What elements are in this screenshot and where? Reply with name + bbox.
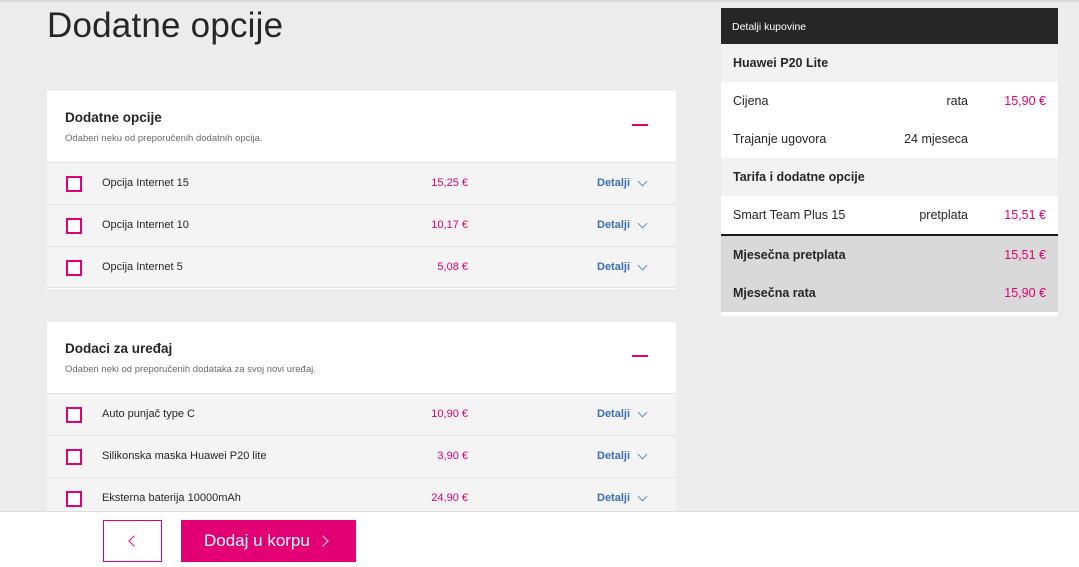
chevron-left-icon xyxy=(128,535,140,547)
device-addons-card-title: Dodaci za uređaj xyxy=(65,341,173,356)
option-checkbox[interactable] xyxy=(66,176,82,192)
summary-duration-label: Trajanje ugovora xyxy=(733,132,827,146)
top-divider xyxy=(0,0,1079,2)
option-checkbox[interactable] xyxy=(66,260,82,276)
option-row: Opcija Internet 15 15,25 € Detalji xyxy=(47,162,676,204)
summary-monthly-subscription-value: 15,51 € xyxy=(1004,248,1046,262)
addon-price: 10,90 € xyxy=(431,408,468,420)
options-card-subtitle: Odaberi neku od preporučenih dodatnih op… xyxy=(65,133,263,144)
summary-tariff-type: pretplata xyxy=(919,208,968,222)
options-card-header: Dodatne opcije Odaberi neku od preporuče… xyxy=(47,91,676,162)
addon-name: Eksterna baterija 10000mAh xyxy=(102,492,241,504)
collapse-minus-icon[interactable] xyxy=(632,349,648,365)
option-price: 15,25 € xyxy=(431,177,468,189)
addon-checkbox[interactable] xyxy=(66,407,82,423)
option-details-link[interactable]: Detalji xyxy=(597,219,630,231)
page-title: Dodatne opcije xyxy=(47,6,284,45)
chevron-down-icon[interactable] xyxy=(637,218,648,229)
summary-price-value: 15,90 € xyxy=(1004,94,1046,108)
summary-monthly-subscription-row: Mjesečna pretplata 15,51 € xyxy=(721,236,1058,274)
summary-tariff-section: Tarifa i dodatne opcije xyxy=(721,158,1058,196)
summary-device-row: Huawei P20 Lite xyxy=(721,44,1058,82)
chevron-down-icon[interactable] xyxy=(637,407,648,418)
summary-price-label: Cijena xyxy=(733,94,769,108)
addon-price: 24,90 € xyxy=(431,492,468,504)
collapse-minus-icon[interactable] xyxy=(632,118,648,134)
chevron-right-icon xyxy=(317,535,329,547)
chevron-down-icon[interactable] xyxy=(637,260,648,271)
addon-details-link[interactable]: Detalji xyxy=(597,408,630,420)
option-details-link[interactable]: Detalji xyxy=(597,177,630,189)
add-to-cart-button[interactable]: Dodaj u korpu xyxy=(181,520,356,562)
addon-row: Auto punjač type C 10,90 € Detalji xyxy=(47,393,676,435)
addon-checkbox[interactable] xyxy=(66,491,82,507)
options-card-title: Dodatne opcije xyxy=(65,110,162,125)
summary-tariff-row: Smart Team Plus 15 pretplata 15,51 € xyxy=(721,196,1058,234)
option-checkbox[interactable] xyxy=(66,218,82,234)
addon-row: Silikonska maska Huawei P20 lite 3,90 € … xyxy=(47,435,676,477)
summary-tariff-name: Smart Team Plus 15 xyxy=(733,208,846,222)
summary-monthly-rate-label: Mjesečna rata xyxy=(733,286,816,300)
option-name: Opcija Internet 15 xyxy=(102,177,189,189)
addon-name: Auto punjač type C xyxy=(102,408,195,420)
chevron-down-icon[interactable] xyxy=(637,176,648,187)
chevron-down-icon[interactable] xyxy=(637,449,648,460)
summary-duration-row: Trajanje ugovora 24 mjeseca xyxy=(721,120,1058,158)
summary-monthly-rate-row: Mjesečna rata 15,90 € xyxy=(721,274,1058,312)
addon-checkbox[interactable] xyxy=(66,449,82,465)
back-button[interactable] xyxy=(103,520,162,562)
summary-device-name: Huawei P20 Lite xyxy=(733,56,829,70)
summary-tariff-value: 15,51 € xyxy=(1004,208,1046,222)
summary-tariff-section-label: Tarifa i dodatne opcije xyxy=(733,170,865,184)
purchase-summary: Detalji kupovine Huawei P20 Lite Cijena … xyxy=(721,8,1058,316)
option-row: Opcija Internet 5 5,08 € Detalji xyxy=(47,246,676,288)
add-to-cart-label: Dodaj u korpu xyxy=(204,531,310,550)
summary-monthly-rate-value: 15,90 € xyxy=(1004,286,1046,300)
device-addons-card-subtitle: Odaberi neki od preporučenih dodataka za… xyxy=(65,364,316,375)
summary-monthly-subscription-label: Mjesečna pretplata xyxy=(733,248,846,262)
options-card: Dodatne opcije Odaberi neku od preporuče… xyxy=(47,91,676,289)
option-name: Opcija Internet 10 xyxy=(102,219,189,231)
option-row: Opcija Internet 10 10,17 € Detalji xyxy=(47,204,676,246)
summary-price-row: Cijena rata 15,90 € xyxy=(721,82,1058,120)
option-price: 10,17 € xyxy=(431,219,468,231)
summary-price-type: rata xyxy=(946,94,968,108)
summary-header: Detalji kupovine xyxy=(721,8,1058,44)
addon-details-link[interactable]: Detalji xyxy=(597,492,630,504)
option-details-link[interactable]: Detalji xyxy=(597,261,630,273)
option-name: Opcija Internet 5 xyxy=(102,261,183,273)
device-addons-card-header: Dodaci za uređaj Odaberi neki od preporu… xyxy=(47,322,676,393)
addon-name: Silikonska maska Huawei P20 lite xyxy=(102,450,267,462)
device-addons-card: Dodaci za uređaj Odaberi neki od preporu… xyxy=(47,322,676,512)
chevron-down-icon[interactable] xyxy=(637,491,648,502)
option-price: 5,08 € xyxy=(437,261,468,273)
summary-duration-value: 24 mjeseca xyxy=(904,132,968,146)
addon-details-link[interactable]: Detalji xyxy=(597,450,630,462)
footer-bar: Dodaj u korpu xyxy=(0,511,1079,567)
addon-price: 3,90 € xyxy=(437,450,468,462)
addon-row: Eksterna baterija 10000mAh 24,90 € Detal… xyxy=(47,477,676,512)
